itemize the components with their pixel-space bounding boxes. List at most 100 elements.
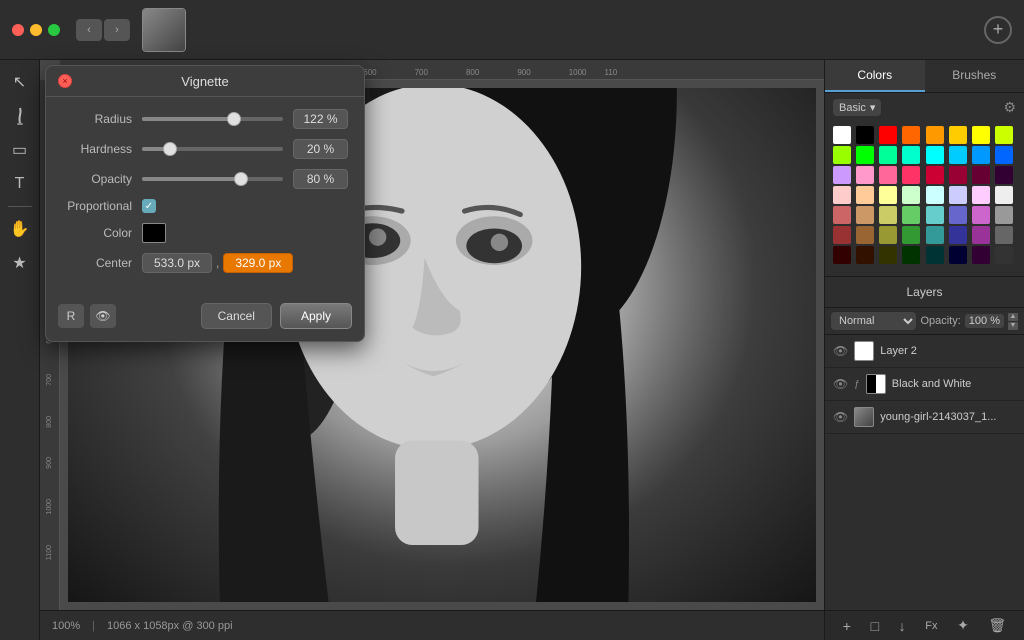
cancel-button[interactable]: Cancel [201,303,272,329]
document-thumbnail[interactable] [142,8,186,52]
delete-layer-button[interactable]: 🗑 [988,617,1006,634]
color-swatch[interactable] [972,206,990,224]
opacity-value[interactable]: 80 % [293,169,348,189]
color-swatch[interactable] [926,166,944,184]
radius-slider[interactable] [142,117,283,121]
color-swatch[interactable] [972,146,990,164]
color-swatch[interactable] [833,146,851,164]
tab-colors[interactable]: Colors [825,60,925,92]
opacity-down-button[interactable]: ▼ [1008,322,1018,330]
gear-icon[interactable]: ⚙ [1003,99,1016,116]
center-y-input[interactable]: 329.0 px [223,253,293,273]
color-swatch[interactable] [949,126,967,144]
color-swatch[interactable] [926,246,944,264]
color-swatch[interactable] [949,226,967,244]
add-tab-button[interactable]: + [984,16,1012,44]
color-swatch[interactable] [972,226,990,244]
color-swatch[interactable] [949,206,967,224]
color-swatch[interactable] [995,246,1013,264]
color-swatch[interactable] [856,206,874,224]
layer-visibility-toggle[interactable]: 👁 [833,377,848,391]
preview-toggle-button[interactable]: 👁 [90,304,116,328]
color-swatch[interactable] [902,226,920,244]
minimize-button[interactable] [30,24,42,36]
dialog-close-button[interactable]: × [58,74,72,88]
color-swatch[interactable] [949,166,967,184]
color-swatch[interactable] [856,146,874,164]
radius-value[interactable]: 122 % [293,109,348,129]
color-swatch[interactable] [833,126,851,144]
blend-mode-select[interactable]: Normal Multiply Screen [831,312,916,330]
color-swatch[interactable] [879,246,897,264]
color-swatch[interactable] [856,246,874,264]
color-swatch[interactable] [926,126,944,144]
color-swatch[interactable] [856,126,874,144]
color-swatch[interactable] [879,126,897,144]
settings-button[interactable]: ✦ [957,617,969,634]
color-swatch[interactable] [995,166,1013,184]
color-swatch[interactable] [879,226,897,244]
tab-brushes[interactable]: Brushes [925,60,1024,92]
layer-item[interactable]: 👁 Layer 2 [825,335,1024,368]
color-swatch[interactable] [926,226,944,244]
layer-item[interactable]: 👁 ƒ Black and White [825,368,1024,401]
layer-visibility-toggle[interactable]: 👁 [833,344,848,358]
opacity-slider[interactable] [142,177,283,181]
color-swatch[interactable] [972,166,990,184]
color-swatch[interactable] [833,226,851,244]
color-swatch[interactable] [972,246,990,264]
color-swatch[interactable] [995,206,1013,224]
color-swatch[interactable] [949,186,967,204]
color-swatch[interactable] [856,226,874,244]
new-group-button[interactable]: □ [871,618,879,634]
duplicate-layer-button[interactable]: ↓ [899,618,906,634]
star-tool-button[interactable]: ★ [6,249,34,277]
color-swatch[interactable] [833,206,851,224]
color-preset-dropdown[interactable]: Basic ▾ [833,99,881,116]
color-swatch[interactable] [879,166,897,184]
color-swatch[interactable] [902,146,920,164]
color-swatch[interactable] [902,246,920,264]
color-swatch[interactable] [949,246,967,264]
hand-tool-button[interactable]: ✋ [6,215,34,243]
color-swatch[interactable] [833,166,851,184]
color-swatch[interactable] [879,146,897,164]
color-swatch[interactable] [995,146,1013,164]
hardness-slider[interactable] [142,147,283,151]
color-swatch[interactable] [972,126,990,144]
color-swatch[interactable] [833,186,851,204]
proportional-checkbox[interactable]: ✓ [142,199,156,213]
opacity-up-button[interactable]: ▲ [1008,313,1018,321]
select-tool-button[interactable]: ↖ [6,68,34,96]
color-swatch[interactable] [833,246,851,264]
color-swatch[interactable] [902,186,920,204]
reset-button[interactable]: R [58,304,84,328]
layer-visibility-toggle[interactable]: 👁 [833,410,848,424]
fx-button[interactable]: Fx [925,620,937,632]
color-swatch[interactable] [926,186,944,204]
maximize-button[interactable] [48,24,60,36]
opacity-value[interactable]: 100 % [965,314,1004,328]
color-swatch[interactable] [995,226,1013,244]
rectangle-tool-button[interactable]: ▭ [6,136,34,164]
text-tool-button[interactable]: T [6,170,34,198]
color-swatch[interactable] [926,146,944,164]
color-swatch[interactable] [856,186,874,204]
center-x-input[interactable]: 533.0 px [142,253,212,273]
opacity-stepper[interactable]: ▲ ▼ [1008,313,1018,330]
color-swatch[interactable] [879,206,897,224]
nav-forward-button[interactable]: › [104,19,130,41]
add-layer-button[interactable]: + [843,618,851,634]
paint-tool-button[interactable] [6,102,34,130]
nav-back-button[interactable]: ‹ [76,19,102,41]
apply-button[interactable]: Apply [280,303,352,329]
close-button[interactable] [12,24,24,36]
hardness-value[interactable]: 20 % [293,139,348,159]
color-swatch[interactable] [902,206,920,224]
color-picker[interactable] [142,223,166,243]
color-swatch[interactable] [995,126,1013,144]
color-swatch[interactable] [926,206,944,224]
color-swatch[interactable] [856,166,874,184]
color-swatch[interactable] [902,126,920,144]
color-swatch[interactable] [995,186,1013,204]
